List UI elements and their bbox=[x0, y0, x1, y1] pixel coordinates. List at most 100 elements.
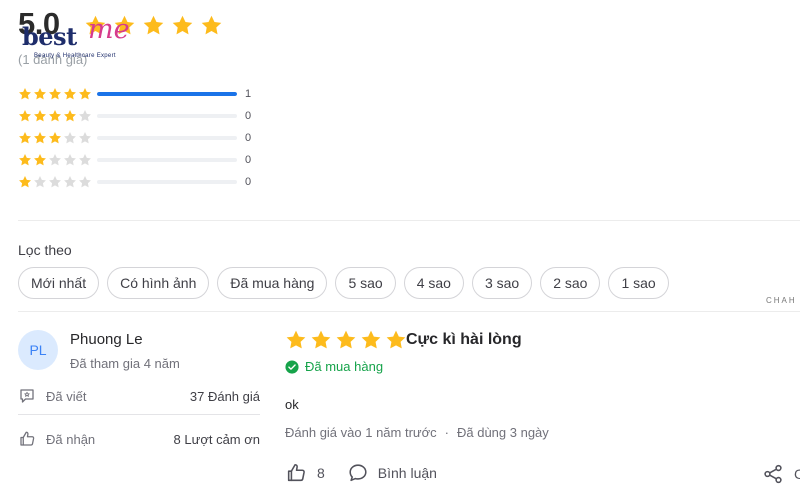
logo-accent: me bbox=[88, 14, 130, 45]
star-icon bbox=[48, 131, 62, 145]
star-icon bbox=[33, 153, 47, 167]
review-rating-stars bbox=[285, 329, 407, 351]
reviewer-stat-written: Đã viết 37 Đánh giá bbox=[18, 387, 260, 405]
star-icon bbox=[18, 87, 32, 101]
stat-divider bbox=[18, 414, 260, 415]
star-icon bbox=[335, 329, 357, 351]
distribution-row-1-star[interactable]: 0 bbox=[18, 171, 251, 193]
check-circle-icon bbox=[285, 359, 299, 374]
star-icon bbox=[63, 87, 77, 101]
distribution-count: 1 bbox=[245, 88, 252, 100]
distribution-bar-fill bbox=[97, 92, 237, 96]
distribution-count: 0 bbox=[245, 110, 252, 122]
thumbs-up-icon bbox=[287, 463, 305, 482]
star-icon bbox=[18, 131, 32, 145]
star-icon bbox=[360, 329, 382, 351]
comment-icon bbox=[349, 464, 367, 482]
like-count: 8 bbox=[317, 465, 325, 481]
review-date: Đánh giá vào 1 năm trước bbox=[285, 425, 437, 440]
thumbs-up-icon bbox=[20, 431, 35, 446]
distribution-stars bbox=[18, 109, 97, 123]
stat-value: 37 Đánh giá bbox=[189, 388, 260, 404]
avatar: PL bbox=[18, 330, 58, 370]
star-icon bbox=[78, 175, 92, 189]
distribution-bar bbox=[97, 158, 237, 162]
review-usage: Đã dùng 3 ngày bbox=[456, 425, 549, 440]
distribution-row-4-star[interactable]: 0 bbox=[18, 105, 251, 127]
star-icon bbox=[285, 329, 307, 351]
star-icon bbox=[33, 87, 47, 101]
star-icon bbox=[63, 175, 77, 189]
stat-label: Đã viết bbox=[46, 388, 87, 404]
star-icon bbox=[385, 329, 407, 351]
distribution-row-3-star[interactable]: 0 bbox=[18, 127, 251, 149]
stat-value: 8 Lượt cảm ơn bbox=[173, 431, 260, 447]
distribution-bar bbox=[97, 92, 237, 96]
reviewer-joined: Đã tham gia 4 năm bbox=[70, 356, 180, 371]
star-icon bbox=[48, 87, 62, 101]
star-icon bbox=[18, 153, 32, 167]
watermark-text: CHAH bbox=[766, 296, 797, 305]
distribution-count: 0 bbox=[245, 176, 252, 188]
comment-button[interactable]: Bình luận bbox=[347, 462, 437, 484]
star-icon bbox=[48, 175, 62, 189]
star-icon bbox=[142, 14, 165, 37]
meta-separator: · bbox=[444, 425, 449, 440]
distribution-count: 0 bbox=[245, 132, 252, 144]
distribution-stars bbox=[18, 175, 97, 189]
distribution-row-2-star[interactable]: 0 bbox=[18, 149, 251, 171]
star-icon bbox=[78, 87, 92, 101]
verified-label: Đã mua hàng bbox=[305, 359, 384, 374]
filter-chips: Mới nhất Có hình ảnh Đã mua hàng 5 sao 4 sao… bbox=[18, 267, 669, 299]
star-icon bbox=[33, 175, 47, 189]
star-icon bbox=[63, 109, 77, 123]
distribution-stars bbox=[18, 87, 97, 101]
star-icon bbox=[63, 131, 77, 145]
distribution-bar bbox=[97, 136, 237, 140]
distribution-stars bbox=[18, 153, 97, 167]
review-body: ok bbox=[285, 397, 299, 412]
distribution-row-5-star[interactable]: 1 bbox=[18, 83, 251, 105]
like-button[interactable]: 8 bbox=[285, 462, 347, 484]
share-button[interactable]: C bbox=[762, 463, 800, 485]
filter-chip[interactable]: Đã mua hàng bbox=[217, 267, 328, 299]
share-icon bbox=[764, 464, 782, 484]
filter-chip[interactable]: 2 sao bbox=[540, 267, 601, 299]
star-icon bbox=[18, 109, 32, 123]
review-actions: 8 Bình luận bbox=[285, 462, 437, 484]
share-label: C bbox=[794, 466, 800, 482]
star-icon bbox=[63, 153, 77, 167]
logo-tagline: Beauty & Healthcare Expert bbox=[34, 53, 116, 59]
filter-chip[interactable]: 4 sao bbox=[403, 267, 464, 299]
distribution-bar bbox=[97, 114, 237, 118]
star-icon bbox=[78, 153, 92, 167]
filter-chip[interactable]: Mới nhất bbox=[18, 267, 100, 299]
verified-purchase-badge: Đã mua hàng bbox=[285, 359, 383, 374]
comment-label: Bình luận bbox=[377, 465, 437, 481]
review-meta: Đánh giá vào 1 năm trước · Đã dùng 3 ngà… bbox=[285, 425, 549, 440]
section-divider bbox=[18, 220, 800, 221]
logo-text: best bbox=[22, 22, 77, 51]
distribution-bar bbox=[97, 180, 237, 184]
stat-label: Đã nhận bbox=[46, 431, 96, 447]
rating-distribution: 1 0 0 0 0 bbox=[18, 83, 251, 193]
star-icon bbox=[78, 109, 92, 123]
brand-logo: best me Beauty & Healthcare Expert bbox=[22, 14, 142, 64]
filter-chip[interactable]: 1 sao bbox=[608, 267, 669, 299]
star-icon bbox=[33, 131, 47, 145]
star-icon bbox=[171, 14, 194, 37]
filter-chip[interactable]: Có hình ảnh bbox=[107, 267, 210, 299]
star-icon bbox=[200, 14, 223, 37]
star-icon bbox=[78, 131, 92, 145]
filter-chip[interactable]: 5 sao bbox=[335, 267, 396, 299]
section-divider bbox=[18, 311, 800, 312]
filter-chip[interactable]: 3 sao bbox=[471, 267, 533, 299]
reviewer-name[interactable]: Phuong Le bbox=[70, 331, 143, 348]
star-icon bbox=[310, 329, 332, 351]
review-written-icon bbox=[20, 389, 34, 403]
filter-label: Lọc theo bbox=[18, 242, 72, 258]
star-icon bbox=[18, 175, 32, 189]
distribution-stars bbox=[18, 131, 97, 145]
reviewer-stat-received: Đã nhận 8 Lượt cảm ơn bbox=[18, 430, 260, 448]
distribution-count: 0 bbox=[245, 154, 252, 166]
